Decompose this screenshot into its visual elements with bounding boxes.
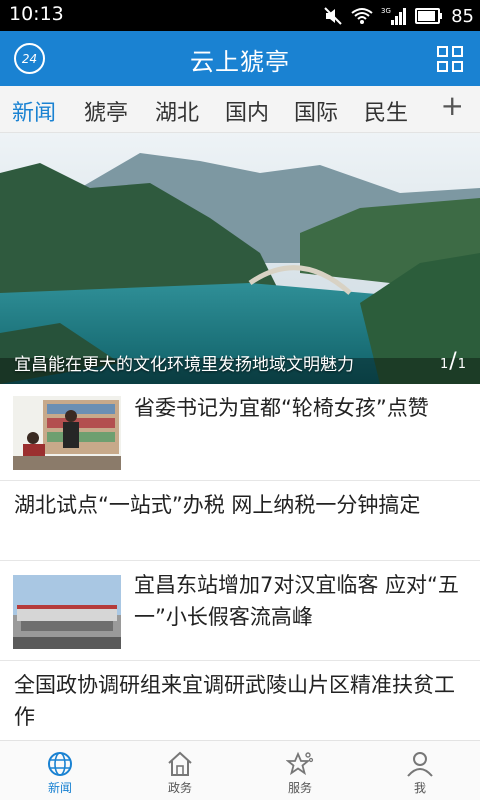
category-tabs: 新闻 猇亭 湖北 国内 国际 民生 + bbox=[0, 86, 480, 133]
news-item[interactable]: 省委书记为宜都“轮椅女孩”点赞 bbox=[0, 384, 480, 481]
nav-me[interactable]: 我 bbox=[360, 741, 480, 800]
hero-image bbox=[0, 133, 480, 384]
nav-news[interactable]: 新闻 bbox=[0, 741, 120, 800]
add-tab-button[interactable]: + bbox=[441, 92, 464, 120]
tab-international[interactable]: 国际 bbox=[294, 95, 338, 127]
person-icon bbox=[407, 752, 433, 777]
globe-icon bbox=[48, 752, 72, 776]
news-thumbnail bbox=[13, 575, 121, 649]
house-icon bbox=[168, 751, 192, 776]
nav-label: 我 bbox=[413, 781, 426, 795]
nav-label: 政务 bbox=[167, 781, 192, 795]
pager-total: 1 bbox=[457, 357, 466, 372]
nav-label: 新闻 bbox=[47, 781, 72, 795]
status-bar: 10:13 3G 85 bbox=[0, 0, 480, 31]
status-icons: 3G 85 bbox=[323, 4, 474, 28]
tab-domestic[interactable]: 国内 bbox=[225, 95, 269, 127]
news-title: 湖北试点“一站式”办税 网上纳税一分钟搞定 bbox=[14, 493, 421, 517]
pager-current: 1 bbox=[440, 357, 449, 372]
grid-menu-icon[interactable] bbox=[437, 46, 463, 72]
nav-services[interactable]: 服务 bbox=[240, 741, 360, 800]
battery-icon bbox=[415, 8, 443, 24]
news-thumbnail bbox=[13, 396, 121, 470]
bottom-nav: 新闻 政务 服务 我 bbox=[0, 740, 480, 800]
tab-news[interactable]: 新闻 bbox=[12, 95, 56, 127]
nav-label: 服务 bbox=[287, 781, 312, 795]
app-header: 24 云上猇亭 bbox=[0, 31, 480, 86]
nav-government[interactable]: 政务 bbox=[120, 741, 240, 800]
signal-label: 3G bbox=[381, 7, 391, 15]
news-title: 省委书记为宜都“轮椅女孩”点赞 bbox=[134, 396, 429, 420]
signal-icon: 3G bbox=[381, 7, 407, 25]
tab-hubei[interactable]: 湖北 bbox=[155, 95, 199, 127]
news-title: 宜昌东站增加7对汉宜临客 应对“五一”小长假客流高峰 bbox=[134, 573, 459, 629]
news-item[interactable]: 全国政协调研组来宜调研武陵山片区精准扶贫工作 bbox=[0, 661, 480, 740]
app-title: 云上猇亭 bbox=[190, 48, 290, 76]
hero-banner[interactable]: 宜昌能在更大的文化环境里发扬地域文明魅力 1/1 bbox=[0, 133, 480, 384]
battery-level: 85 bbox=[451, 5, 474, 27]
tab-livelihood[interactable]: 民生 bbox=[364, 95, 408, 127]
wifi-icon bbox=[351, 8, 373, 24]
hero-caption: 宜昌能在更大的文化环境里发扬地域文明魅力 bbox=[14, 355, 354, 375]
news-item[interactable]: 宜昌东站增加7对汉宜临客 应对“五一”小长假客流高峰 bbox=[0, 561, 480, 661]
mute-icon bbox=[324, 7, 342, 25]
news-title: 全国政协调研组来宜调研武陵山片区精准扶贫工作 bbox=[14, 673, 455, 729]
star-icon bbox=[286, 751, 314, 776]
news-item[interactable]: 湖北试点“一站式”办税 网上纳税一分钟搞定 bbox=[0, 481, 480, 561]
status-time: 10:13 bbox=[9, 3, 64, 25]
tab-xiaoting[interactable]: 猇亭 bbox=[84, 95, 128, 127]
hero-pager: 1/1 bbox=[440, 349, 466, 374]
